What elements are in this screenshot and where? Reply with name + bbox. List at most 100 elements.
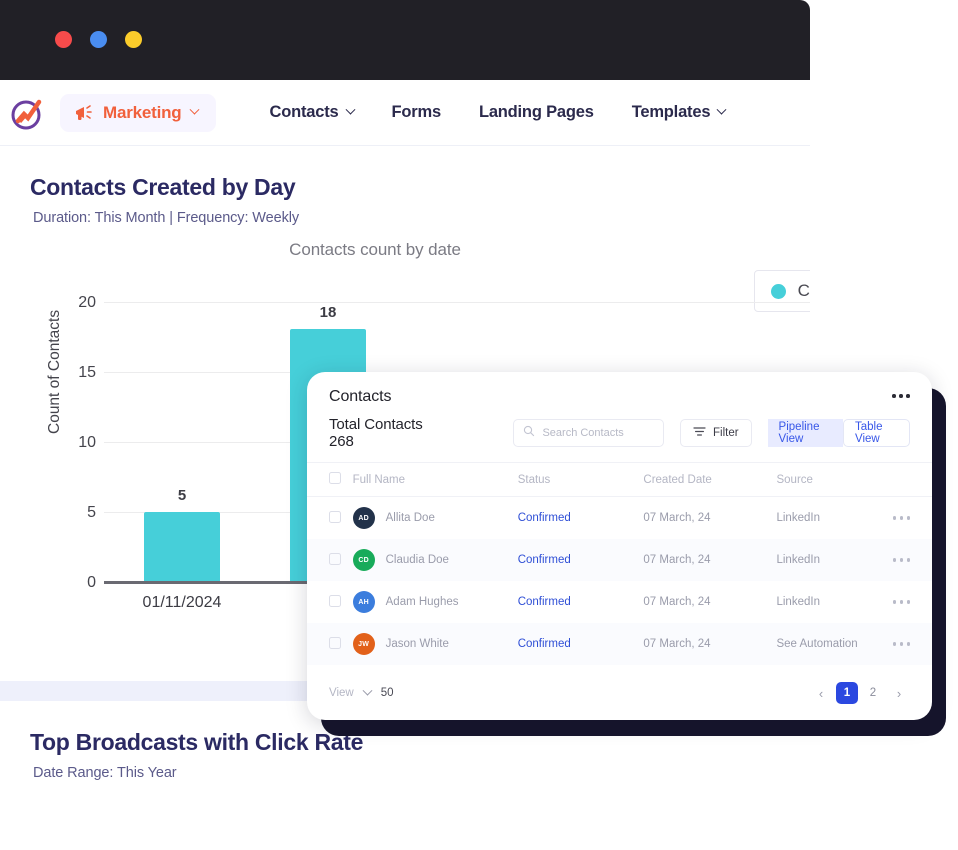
nav-item-landing-pages-label: Landing Pages: [479, 103, 594, 122]
cell-full-name: CDClaudia Doe: [353, 539, 518, 581]
row-checkbox[interactable]: [329, 511, 341, 523]
row-kebab-menu-icon[interactable]: [893, 552, 932, 568]
select-all-checkbox[interactable]: [329, 472, 341, 484]
view-label: View: [329, 687, 354, 699]
status-badge: Confirmed: [518, 512, 571, 524]
chevron-down-icon: [717, 105, 727, 115]
broadcast-card-title: Top Broadcasts with Click Rate: [0, 729, 810, 756]
kebab-menu-icon[interactable]: [892, 388, 910, 404]
cell-actions[interactable]: [893, 497, 932, 540]
x-axis-tick-1: 01/11/2024: [122, 594, 242, 612]
contact-name: Allita Doe: [386, 512, 435, 524]
contacts-panel: Contacts Total Contacts 268 Search Conta…: [307, 372, 932, 720]
table-header-row: Full Name Status Created Date Source: [307, 463, 932, 497]
contacts-panel-footer: View 50 ‹ 1 2 ›: [307, 666, 932, 720]
row-checkbox[interactable]: [329, 553, 341, 565]
chevron-down-icon: [189, 105, 199, 115]
search-placeholder: Search Contacts: [542, 427, 623, 439]
total-contacts-label: Total Contacts 268: [329, 416, 431, 450]
column-header-created-date[interactable]: Created Date: [643, 463, 776, 497]
y-axis-tick-0: 0: [62, 574, 96, 592]
column-header-source[interactable]: Source: [776, 463, 892, 497]
close-window-dot[interactable]: [55, 31, 72, 48]
pipeline-view-tab[interactable]: Pipeline View: [768, 419, 843, 447]
avatar: AD: [353, 507, 375, 529]
y-axis-tick-15: 15: [62, 364, 96, 382]
product-switcher-marketing[interactable]: Marketing: [60, 94, 216, 132]
table-row[interactable]: AD Allita Doe Confirmed 07 March, 24LinkedI…: [307, 497, 932, 540]
row-select-cell[interactable]: [307, 623, 353, 665]
pagination-next[interactable]: ›: [888, 682, 910, 704]
status-badge: Confirmed: [518, 554, 571, 566]
cell-source: LinkedIn: [776, 497, 892, 540]
top-broadcasts-card: Top Broadcasts with Click Rate Date Rang…: [0, 701, 810, 850]
row-checkbox[interactable]: [329, 637, 341, 649]
row-select-cell[interactable]: [307, 539, 353, 581]
maximize-window-dot[interactable]: [125, 31, 142, 48]
status-badge: Confirmed: [518, 638, 571, 650]
nav-item-contacts-label: Contacts: [270, 103, 339, 122]
row-select-cell[interactable]: [307, 497, 353, 540]
cell-source: LinkedIn: [776, 539, 892, 581]
app-logo-icon[interactable]: [0, 94, 56, 132]
avatar: JW: [353, 633, 375, 655]
cell-created-date: 07 March, 24: [643, 497, 776, 540]
column-header-full-name[interactable]: Full Name: [353, 463, 518, 497]
column-header-status[interactable]: Status: [518, 463, 644, 497]
y-axis-tick-20: 20: [62, 294, 96, 312]
contacts-table: Full Name Status Created Date Source ADA…: [307, 462, 932, 665]
pagination-page-2[interactable]: 2: [862, 682, 884, 704]
search-input[interactable]: Search Contacts: [513, 419, 664, 447]
nav-item-forms[interactable]: Forms: [392, 103, 441, 122]
avatar: AH: [353, 591, 375, 613]
pagination-page-1[interactable]: 1: [836, 682, 858, 704]
table-row[interactable]: AHAdam HughesConfirmed07 March, 24Linked…: [307, 581, 932, 623]
cell-actions[interactable]: [893, 623, 932, 665]
filter-button[interactable]: Filter: [680, 419, 752, 447]
bar-label-08-11-2024: 18: [290, 304, 366, 321]
column-header-actions: [893, 463, 932, 497]
page-size-selector[interactable]: View 50: [329, 687, 394, 699]
page-title: Contacts Created by Day: [0, 174, 810, 201]
chevron-down-icon: [345, 105, 355, 115]
nav-item-templates-label: Templates: [632, 103, 711, 122]
gridline-20: [104, 302, 810, 303]
nav-item-landing-pages[interactable]: Landing Pages: [479, 103, 594, 122]
filter-icon: [693, 426, 706, 440]
chart-card-subtitle: Duration: This Month | Frequency: Weekly: [0, 210, 810, 226]
table-row[interactable]: CDClaudia DoeConfirmed07 March, 24Linked…: [307, 539, 932, 581]
contact-name: Claudia Doe: [386, 554, 449, 566]
product-switcher-label: Marketing: [103, 103, 182, 123]
chevron-down-icon: [362, 685, 372, 695]
cell-status: Confirmed: [518, 581, 644, 623]
nav-item-templates[interactable]: Templates: [632, 103, 726, 122]
y-axis-tick-10: 10: [62, 434, 96, 452]
bar-01-11-2024[interactable]: [144, 512, 220, 581]
primary-nav-links: Contacts Forms Landing Pages Templates: [270, 103, 726, 122]
search-icon: [523, 424, 535, 442]
row-kebab-menu-icon[interactable]: [893, 594, 932, 610]
table-view-tab[interactable]: Table View: [843, 419, 910, 447]
row-checkbox[interactable]: [329, 595, 341, 607]
cell-status: Confirmed: [518, 497, 644, 540]
cell-created-date: 07 March, 24: [643, 581, 776, 623]
nav-item-contacts[interactable]: Contacts: [270, 103, 354, 122]
pagination: ‹ 1 2 ›: [810, 682, 910, 704]
cell-source: See Automation: [776, 623, 892, 665]
megaphone-icon: [74, 104, 94, 122]
select-all-header[interactable]: [307, 463, 353, 497]
row-kebab-menu-icon[interactable]: [893, 636, 932, 652]
cell-full-name: AD Allita Doe: [353, 497, 518, 540]
row-select-cell[interactable]: [307, 581, 353, 623]
contacts-panel-toolbar: Total Contacts 268 Search Contacts Filte…: [307, 406, 932, 450]
cell-full-name: JWJason White: [353, 623, 518, 665]
cell-full-name: AHAdam Hughes: [353, 581, 518, 623]
cell-actions[interactable]: [893, 539, 932, 581]
cell-actions[interactable]: [893, 581, 932, 623]
minimize-window-dot[interactable]: [90, 31, 107, 48]
cell-status: Confirmed: [518, 539, 644, 581]
cell-created-date: 07 March, 24: [643, 623, 776, 665]
row-kebab-menu-icon[interactable]: [893, 510, 932, 526]
pagination-prev[interactable]: ‹: [810, 682, 832, 704]
table-row[interactable]: JWJason WhiteConfirmed 07 March, 24See Au…: [307, 623, 932, 665]
